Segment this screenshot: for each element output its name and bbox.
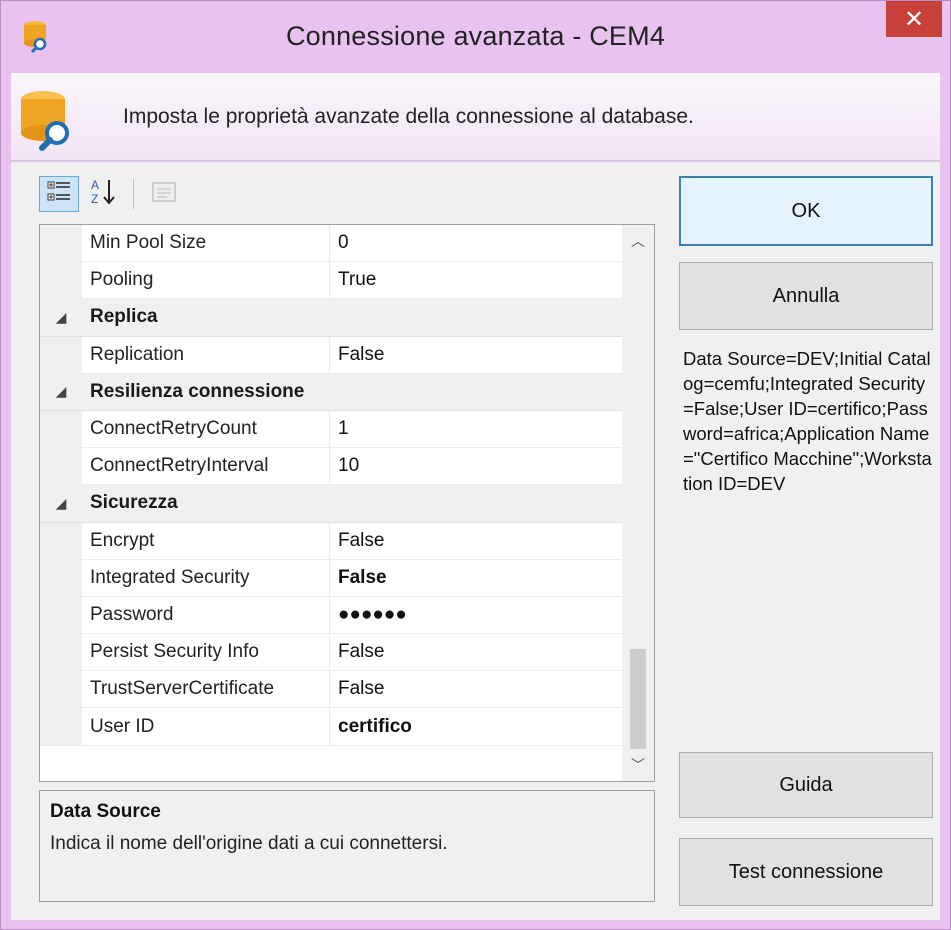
property-value[interactable]: certifico <box>330 716 412 738</box>
property-name: ConnectRetryInterval <box>82 448 330 485</box>
property-row[interactable]: ConnectRetryInterval 10 <box>40 448 623 486</box>
property-row[interactable]: Pooling True <box>40 262 623 300</box>
sort-alphabetical-icon: A Z <box>89 177 117 212</box>
property-name: Pooling <box>82 262 330 299</box>
title-bar[interactable]: Connessione avanzata - CEM4 ✕ <box>1 1 950 73</box>
scroll-down-icon[interactable]: ﹀ <box>622 751 654 779</box>
alphabetical-button[interactable]: A Z <box>83 176 123 212</box>
connection-string: Data Source=DEV;Initial Catalog=cemfu;In… <box>683 348 932 494</box>
property-value[interactable]: ●●●●●● <box>330 604 407 626</box>
help-button[interactable]: Guida <box>679 752 933 818</box>
property-row[interactable]: TrustServerCertificate False <box>40 671 623 709</box>
property-pages-icon <box>151 180 177 209</box>
property-row[interactable]: Integrated Security False <box>40 559 623 597</box>
ok-button[interactable]: OK <box>679 176 933 246</box>
collapse-caret-icon[interactable]: ◢ <box>40 383 82 400</box>
category-name: Sicurezza <box>90 492 178 514</box>
property-name: TrustServerCertificate <box>82 671 330 708</box>
categorized-button[interactable] <box>39 176 79 212</box>
property-name: ConnectRetryCount <box>82 410 330 448</box>
property-grid-rows: Min Pool Size 0 Pooling True ◢ Replica Replica… <box>40 225 623 746</box>
row-gutter <box>40 708 82 745</box>
property-row[interactable]: Password ●●●●●● <box>40 596 623 635</box>
category-row[interactable]: ◢ Resilienza connessione <box>40 373 623 411</box>
property-name: Persist Security Info <box>82 634 330 671</box>
property-row[interactable]: Persist Security Info False <box>40 634 623 672</box>
collapse-caret-icon[interactable]: ◢ <box>40 495 82 512</box>
property-name: Integrated Security <box>82 559 330 596</box>
svg-text:A: A <box>91 178 99 192</box>
test-connection-button[interactable]: Test connessione <box>679 838 933 906</box>
category-name: Resilienza connessione <box>90 380 305 402</box>
property-name: Min Pool Size <box>82 225 330 262</box>
property-value[interactable]: False <box>330 344 384 366</box>
property-row[interactable]: Min Pool Size 0 <box>40 225 623 263</box>
banner-text: Imposta le proprietà avanzate della conn… <box>123 105 694 128</box>
property-value[interactable]: 0 <box>330 232 349 254</box>
database-search-icon <box>19 87 77 151</box>
row-gutter <box>40 634 82 671</box>
row-gutter <box>40 410 82 448</box>
scrollbar-thumb[interactable] <box>630 649 646 749</box>
row-gutter <box>40 336 82 373</box>
category-row[interactable]: ◢ Replica <box>40 299 623 337</box>
property-row[interactable]: Encrypt False <box>40 522 623 560</box>
cancel-button[interactable]: Annulla <box>679 262 933 330</box>
property-value[interactable]: False <box>330 678 384 700</box>
property-row[interactable]: Replication False <box>40 336 623 374</box>
row-gutter <box>40 522 82 559</box>
row-gutter <box>40 596 82 634</box>
property-value[interactable]: 10 <box>330 455 359 477</box>
categorized-view-icon <box>46 179 72 210</box>
collapse-caret-icon[interactable]: ◢ <box>40 309 82 326</box>
property-grid-toolbar: A Z <box>39 176 184 212</box>
close-button[interactable]: ✕ <box>886 1 942 37</box>
property-name: Password <box>82 596 330 634</box>
property-name: User ID <box>82 708 330 745</box>
row-gutter <box>40 559 82 596</box>
close-icon: ✕ <box>903 5 925 33</box>
row-gutter <box>40 671 82 708</box>
description-panel: Data Source Indica il nome dell'origine … <box>39 790 655 902</box>
row-gutter <box>40 448 82 485</box>
property-value[interactable]: True <box>330 269 376 291</box>
property-row[interactable]: ConnectRetryCount 1 <box>40 410 623 449</box>
property-grid[interactable]: Min Pool Size 0 Pooling True ◢ Replica Replica… <box>39 224 655 782</box>
description-text: Indica il nome dell'origine dati a cui c… <box>50 833 448 854</box>
category-name: Replica <box>90 306 158 328</box>
description-title: Data Source <box>50 801 161 822</box>
category-row[interactable]: ◢ Sicurezza <box>40 485 623 523</box>
property-value[interactable]: 1 <box>330 418 349 440</box>
vertical-scrollbar[interactable]: ︿ ﹀ <box>622 225 654 781</box>
property-value[interactable]: False <box>330 530 384 552</box>
property-row[interactable]: User ID certifico <box>40 708 623 746</box>
toolbar-separator <box>133 179 134 209</box>
property-name: Replication <box>82 336 330 373</box>
property-value[interactable]: False <box>330 641 384 663</box>
scroll-up-icon[interactable]: ︿ <box>622 227 654 255</box>
row-gutter <box>40 262 82 299</box>
property-value[interactable]: False <box>330 567 387 589</box>
property-name: Encrypt <box>82 522 330 559</box>
window-title: Connessione avanzata - CEM4 <box>285 21 666 51</box>
dialog-window: Connessione avanzata - CEM4 ✕ Imposta le… <box>0 0 951 930</box>
header-banner: Imposta le proprietà avanzate della conn… <box>11 73 940 161</box>
property-pages-button[interactable] <box>144 176 184 212</box>
svg-text:Z: Z <box>91 192 98 206</box>
dialog-body: A Z Min Pool Size 0 Pooling True ◢ Repli… <box>11 162 940 920</box>
row-gutter <box>40 225 82 262</box>
